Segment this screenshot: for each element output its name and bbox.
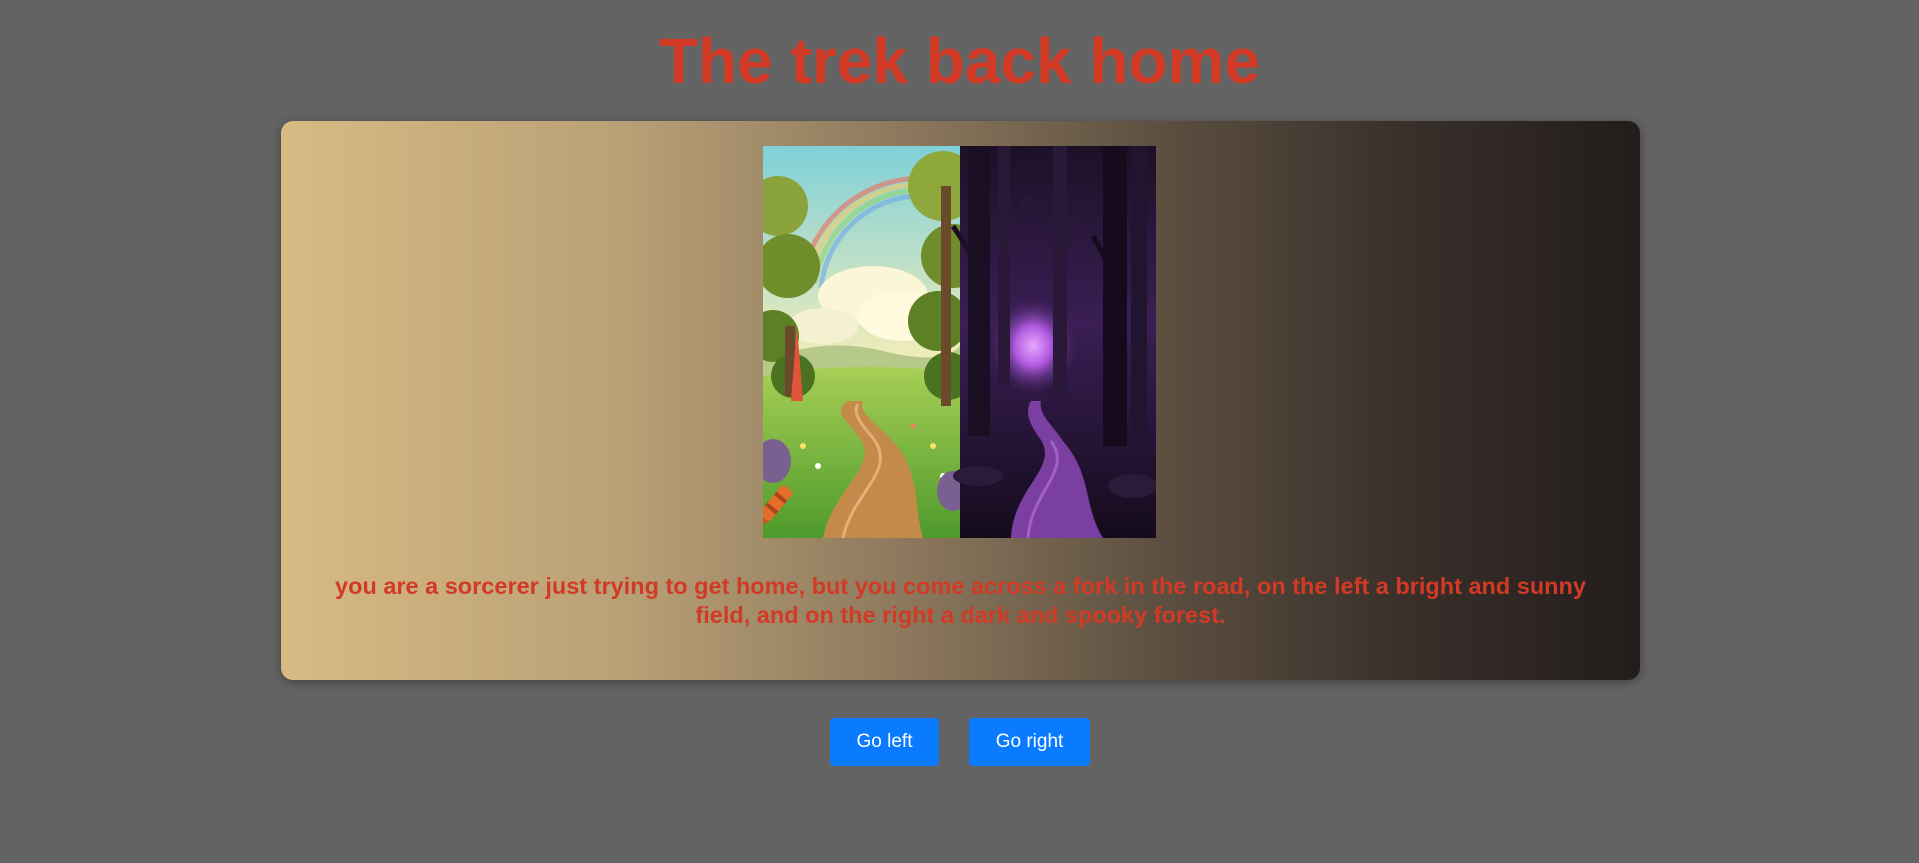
go-right-button[interactable]: Go right [969,718,1090,766]
story-card: you are a sorcerer just trying to get ho… [281,121,1640,680]
go-left-button[interactable]: Go left [830,718,939,766]
page-title: The trek back home [658,25,1261,97]
story-text: you are a sorcerer just trying to get ho… [335,573,1586,628]
dark-forest-half [950,146,1156,538]
sunny-field-half [763,146,985,538]
crossroads-illustration [763,146,1156,538]
